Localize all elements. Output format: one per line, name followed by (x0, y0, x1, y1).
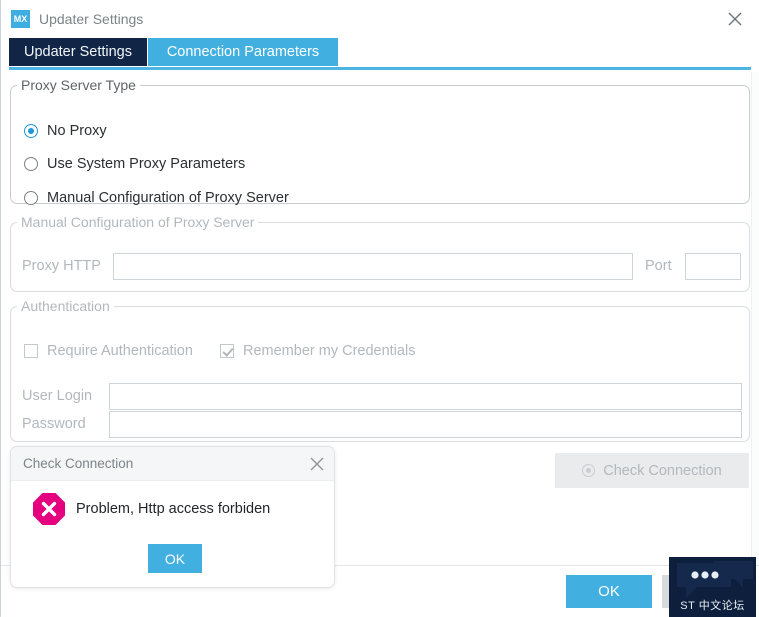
dialog-ok-button[interactable]: OK (148, 544, 202, 573)
window-close-button[interactable] (718, 6, 752, 32)
tab-underline (9, 67, 751, 70)
dialog-message: Problem, Http access forbiden (76, 501, 271, 517)
updater-settings-window: MX Updater Settings Updater Settings Con… (0, 0, 759, 617)
radio-use-system-proxy-mark (24, 157, 38, 171)
check-connection-button-label: Check Connection (603, 462, 722, 479)
checkbox-remember-credentials-label: Remember my Credentials (243, 343, 416, 359)
radio-manual-proxy-label: Manual Configuration of Proxy Server (47, 190, 289, 206)
checkbox-require-authentication-box (24, 344, 38, 358)
watermark-label: ST 中文论坛 (680, 600, 745, 612)
error-octagon-icon (32, 492, 66, 526)
proxy-server-type-group-title: Proxy Server Type (17, 77, 140, 93)
speech-bubbles-icon (677, 561, 753, 598)
tab-bar: Updater Settings Connection Parameters (1, 38, 759, 70)
authentication-group-title: Authentication (17, 298, 114, 314)
title-bar: MX Updater Settings (1, 0, 759, 38)
radio-no-proxy-mark (24, 124, 38, 138)
user-login-input[interactable] (109, 383, 742, 410)
window-title: Updater Settings (39, 11, 144, 27)
check-connection-button[interactable]: Check Connection (555, 453, 749, 488)
authentication-group: Authentication Require Authentication Re… (10, 298, 750, 442)
user-login-label: User Login (22, 388, 93, 404)
checkbox-require-authentication-label: Require Authentication (47, 343, 193, 359)
vertical-scrollbar[interactable] (751, 72, 759, 565)
checkbox-remember-credentials-box (220, 344, 234, 358)
ok-button[interactable]: OK (566, 575, 652, 608)
password-input[interactable] (109, 411, 742, 438)
close-icon (728, 12, 742, 26)
dialog-close-button[interactable] (306, 453, 328, 475)
connection-status-icon (582, 464, 596, 477)
password-label: Password (22, 416, 86, 432)
check-connection-dialog: Check Connection Problem, Http access fo… (10, 446, 335, 588)
port-input[interactable] (685, 253, 741, 280)
app-logo-icon: MX (11, 10, 30, 28)
close-icon (310, 457, 324, 471)
radio-no-proxy-label: No Proxy (47, 123, 107, 139)
radio-use-system-proxy-label: Use System Proxy Parameters (47, 156, 246, 172)
tab-updater-settings[interactable]: Updater Settings (9, 38, 147, 66)
tab-connection-parameters[interactable]: Connection Parameters (148, 38, 338, 66)
proxy-http-label: Proxy HTTP (22, 258, 101, 274)
manual-proxy-config-group-title: Manual Configuration of Proxy Server (17, 214, 259, 230)
dialog-title: Check Connection (23, 456, 134, 471)
manual-proxy-config-group: Manual Configuration of Proxy Server Pro… (10, 214, 750, 292)
radio-manual-proxy-mark (24, 191, 38, 205)
port-label: Port (645, 258, 672, 274)
forum-watermark: ST 中文论坛 (669, 557, 756, 617)
proxy-http-input[interactable] (113, 253, 633, 280)
proxy-server-type-group: Proxy Server Type No Proxy Use System Pr… (10, 77, 750, 206)
